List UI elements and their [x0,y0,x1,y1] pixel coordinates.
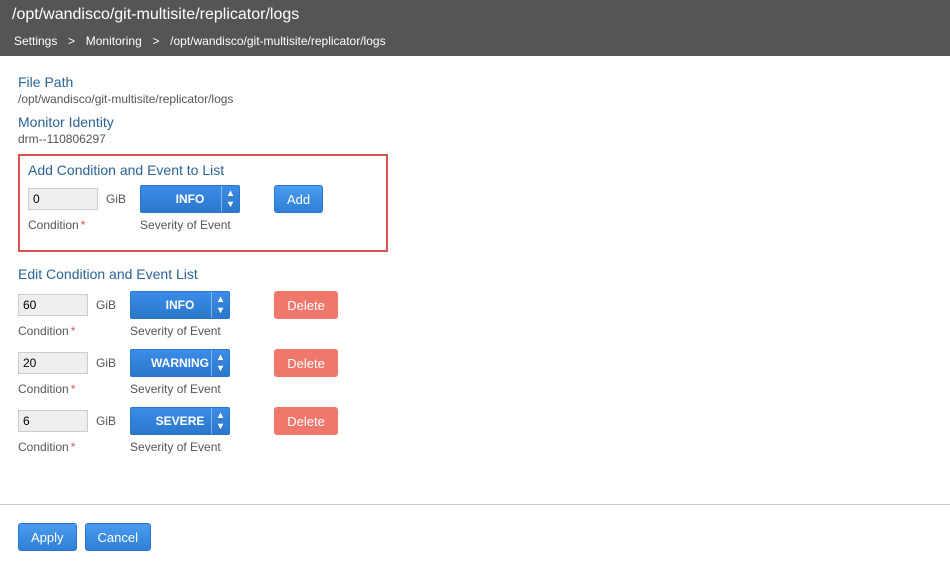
delete-wrap: Delete [244,348,338,378]
edit-condition-field: GiB Condition [18,406,116,454]
caret-icon: ▴▾ [211,408,229,434]
edit-row: GiB Condition SEVERE ▴▾ Severity of Event Del… [18,406,932,454]
delete-button[interactable]: Delete [274,407,338,435]
caret-icon: ▴▾ [221,186,239,212]
page-title: /opt/wandisco/git-multisite/replicator/l… [12,6,938,24]
edit-condition-unit: GiB [96,414,116,428]
edit-condition-label: Condition [18,324,116,338]
add-condition-title: Add Condition and Event to List [28,162,378,178]
edit-severity-field: INFO ▴▾ Severity of Event [130,290,230,338]
crumb-settings[interactable]: Settings [14,34,57,48]
edit-condition-label: Condition [18,382,116,396]
crumb-monitoring[interactable]: Monitoring [86,34,142,48]
edit-severity-field: WARNING▴▾ Severity of Event [130,348,230,396]
add-severity-field: INFO ▴▾ Severity of Event [140,184,240,232]
divider [0,504,950,505]
header-bar: /opt/wandisco/git-multisite/replicator/l… [0,0,950,56]
add-button[interactable]: Add [274,185,323,213]
edit-severity-value: WARNING [151,356,209,370]
add-condition-unit: GiB [106,192,126,206]
delete-wrap: Delete [244,290,338,320]
crumb-sep: > [65,34,79,48]
add-condition-box: Add Condition and Event to List GiB Cond… [18,154,388,252]
edit-list-title: Edit Condition and Event List [18,266,932,282]
edit-row: GiB Condition WARNING▴▾ Severity of Event De… [18,348,932,396]
add-condition-label: Condition [28,218,126,232]
monitor-identity-label: Monitor Identity [18,114,932,130]
crumb-sep: > [149,34,163,48]
edit-condition-unit: GiB [96,298,116,312]
edit-severity-select[interactable]: SEVERE ▴▾ [130,407,230,435]
add-severity-value: INFO [176,192,205,206]
apply-button[interactable]: Apply [18,523,77,551]
delete-wrap: Delete [244,406,338,436]
add-severity-select[interactable]: INFO ▴▾ [140,185,240,213]
edit-condition-unit: GiB [96,356,116,370]
footer-buttons: Apply Cancel [0,523,950,569]
file-path-label: File Path [18,74,932,90]
edit-condition-input[interactable] [18,294,88,316]
file-path-value: /opt/wandisco/git-multisite/replicator/l… [18,92,932,106]
cancel-button[interactable]: Cancel [85,523,151,551]
caret-icon: ▴▾ [211,292,229,318]
add-condition-input[interactable] [28,188,98,210]
edit-condition-field: GiB Condition [18,348,116,396]
caret-icon: ▴▾ [211,350,229,376]
edit-severity-select[interactable]: WARNING▴▾ [130,349,230,377]
breadcrumb: Settings > Monitoring > /opt/wandisco/gi… [12,34,938,48]
edit-severity-value: SEVERE [156,414,205,428]
monitor-identity-value: drm--110806297 [18,132,932,146]
delete-button[interactable]: Delete [274,291,338,319]
add-button-wrap: Add [254,184,323,214]
edit-severity-label: Severity of Event [130,440,230,454]
edit-condition-input[interactable] [18,410,88,432]
edit-row: GiB Condition INFO ▴▾ Severity of Event Delet… [18,290,932,338]
edit-severity-label: Severity of Event [130,382,230,396]
delete-button[interactable]: Delete [274,349,338,377]
content: File Path /opt/wandisco/git-multisite/re… [0,56,950,474]
edit-condition-field: GiB Condition [18,290,116,338]
edit-severity-select[interactable]: INFO ▴▾ [130,291,230,319]
add-condition-field: GiB Condition [28,184,126,232]
edit-condition-label: Condition [18,440,116,454]
edit-severity-value: INFO [166,298,195,312]
crumb-current: /opt/wandisco/git-multisite/replicator/l… [170,34,385,48]
add-severity-label: Severity of Event [140,218,240,232]
edit-severity-label: Severity of Event [130,324,230,338]
edit-severity-field: SEVERE ▴▾ Severity of Event [130,406,230,454]
edit-condition-input[interactable] [18,352,88,374]
